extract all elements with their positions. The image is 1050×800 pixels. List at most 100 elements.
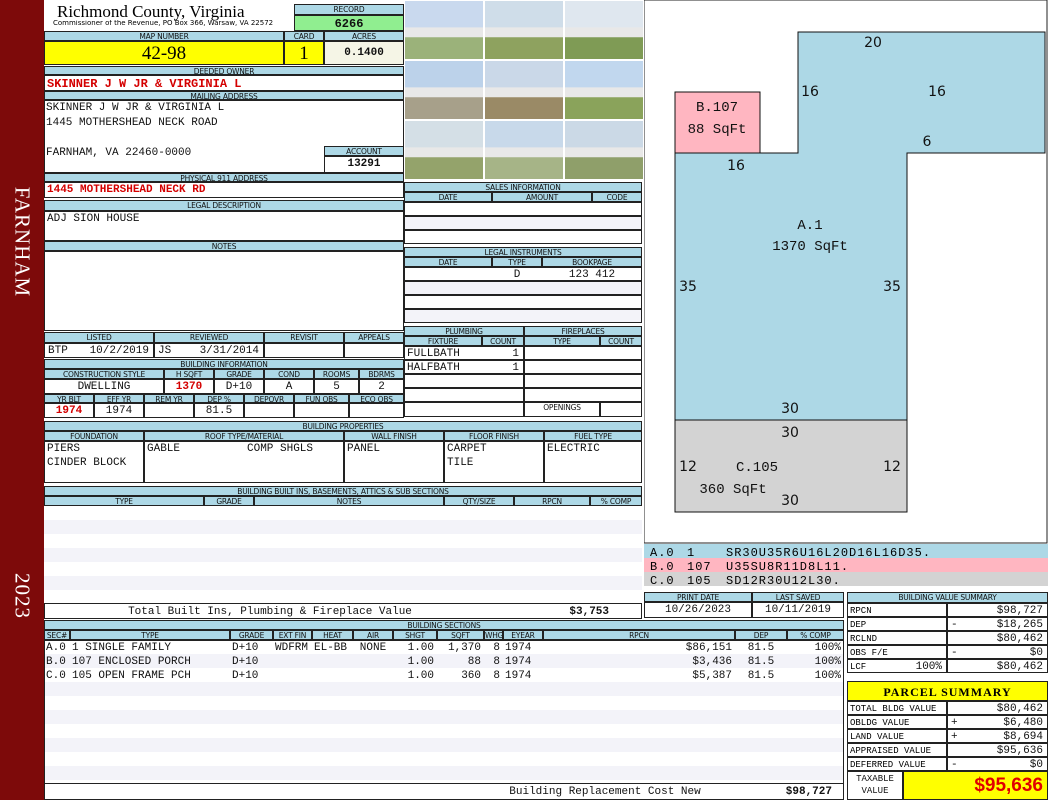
built-ins-row (44, 520, 642, 534)
building-info-label: EFF YR (94, 394, 144, 403)
sales-label: DATE (404, 192, 492, 202)
section-col-label: AIR (353, 630, 393, 640)
reviewed-label: REVIEWED (154, 332, 264, 343)
listed-by: BTP (48, 345, 68, 357)
property-photo[interactable] (484, 120, 564, 180)
roof-type: GABLE (147, 443, 181, 455)
listed-date: 10/2/2019 (89, 345, 149, 357)
building-properties-title: BUILDING PROPERTIES (44, 421, 642, 431)
property-label: FLOOR FINISH (444, 431, 544, 441)
floor-finish-2: TILE (447, 457, 474, 469)
fireplace-row (524, 374, 642, 388)
dim-label: 30 (781, 401, 799, 417)
property-photo[interactable] (404, 0, 484, 60)
legal-instruments-row (404, 295, 642, 309)
fireplace-row (524, 388, 642, 402)
instrument-type: D (513, 269, 521, 281)
built-ins-total: $3,753 (569, 606, 609, 618)
sales-row (404, 202, 642, 216)
built-ins-label: TYPE (44, 496, 204, 506)
sidebar: FARNHAM 2023 (0, 0, 44, 800)
dim-label: 30 (781, 425, 799, 441)
dim-label: 35 (883, 279, 901, 295)
property-photo[interactable] (484, 0, 564, 60)
replacement-cost: $98,727 (785, 786, 832, 798)
sidebar-city: FARNHAM (10, 186, 35, 298)
section-col-label: HEAT (312, 630, 353, 640)
building-info-value: D+10 (214, 379, 264, 394)
section-col-label: SHGT (393, 630, 437, 640)
area-sqft: 360 SqFt (699, 482, 766, 498)
taxable-label: VALUE (861, 786, 889, 796)
property-photos (404, 0, 644, 180)
dim-label: 30 (781, 493, 799, 509)
parcel-summary-value: $95,636 (996, 745, 1043, 757)
area-name: C.105 (736, 460, 778, 476)
parcel-summary-label: TOTAL BLDG VALUE (847, 701, 947, 715)
sidebar-year: 2023 (10, 573, 35, 619)
building-info-label: DEPOVR (244, 394, 294, 403)
legal-instruments-label: DATE (404, 257, 492, 267)
legend-sec: B.0 (650, 560, 675, 572)
section-col-label: % COMP (787, 630, 844, 640)
appeals-label: APPEALS (344, 332, 404, 343)
area-name: A.1 (797, 218, 822, 234)
plumbing-row (404, 374, 524, 388)
property-photo[interactable] (484, 60, 564, 120)
property-photo[interactable] (404, 60, 484, 120)
section-col-label: GRADE (230, 630, 273, 640)
property-photo[interactable] (404, 120, 484, 180)
property-photo[interactable] (564, 60, 644, 120)
value-summary-label: OBS F/E (847, 645, 947, 659)
physical-address-label: PHYSICAL 911 ADDRESS (44, 173, 404, 182)
building-info-label: YR BLT (44, 394, 94, 403)
building-info-value (144, 403, 194, 418)
fireplace-row (524, 346, 642, 360)
record-number: 6266 (294, 15, 404, 31)
record-label: RECORD (294, 4, 404, 15)
roof-material: COMP SHGLS (247, 443, 314, 455)
parcel-summary-label: APPRAISED VALUE (847, 743, 947, 757)
mailing-line-1: SKINNER J W JR & VIRGINIA L (46, 102, 225, 114)
built-ins-row (44, 506, 642, 520)
lcf-percent: 100% (915, 661, 942, 673)
building-info-label: ROOMS (314, 369, 359, 379)
parcel-summary-label: DEFERRED VALUE (847, 757, 947, 771)
sales-label: CODE (592, 192, 642, 202)
parcel-summary-sign: + (951, 731, 958, 743)
building-info-value (349, 403, 404, 418)
property-label: ROOF TYPE/MATERIAL (144, 431, 344, 441)
fireplaces-title: FIREPLACES (524, 326, 642, 336)
map-number-label: MAP NUMBER (44, 31, 284, 41)
last-saved: 10/11/2019 (752, 602, 844, 618)
built-ins-row (44, 590, 642, 604)
revisit-value (264, 343, 344, 358)
mailing-address-label: MAILING ADDRESS (44, 91, 404, 100)
deeded-owner-label: DEEDED OWNER (44, 66, 404, 75)
foundation-2: CINDER BLOCK (47, 457, 127, 469)
parcel-summary-sign: - (951, 759, 958, 771)
parcel-summary-sign (949, 702, 963, 714)
appeals-value (344, 343, 404, 358)
wall-finish: PANEL (347, 443, 381, 455)
building-sections-title: BUILDING SECTIONS (44, 620, 844, 630)
built-ins-total-label: Total Built Ins, Plumbing & Fireplace Va… (128, 606, 412, 618)
parcel-summary-value: $80,462 (996, 703, 1043, 715)
account-label: ACCOUNT (324, 146, 404, 156)
building-info-title: BUILDING INFORMATION (44, 359, 404, 369)
building-info-value (244, 403, 294, 418)
section-col-label: WHGT (484, 630, 503, 640)
property-photo[interactable] (564, 0, 644, 60)
property-photo[interactable] (564, 120, 644, 180)
parcel-summary-label: OBLDG VALUE (847, 715, 947, 729)
building-info-value: 81.5 (194, 403, 244, 418)
legal-instruments-row (404, 281, 642, 295)
value-summary-value: $98,727 (996, 605, 1043, 617)
value-summary-value: $0 (1029, 647, 1043, 659)
building-info-label: GRADE (214, 369, 264, 379)
openings-label: OPENINGS (524, 402, 600, 417)
parcel-summary-value: $0 (1029, 759, 1043, 771)
notes-box (44, 251, 404, 331)
legend-code: 1 (687, 546, 696, 558)
last-saved-label: LAST SAVED (752, 592, 844, 602)
